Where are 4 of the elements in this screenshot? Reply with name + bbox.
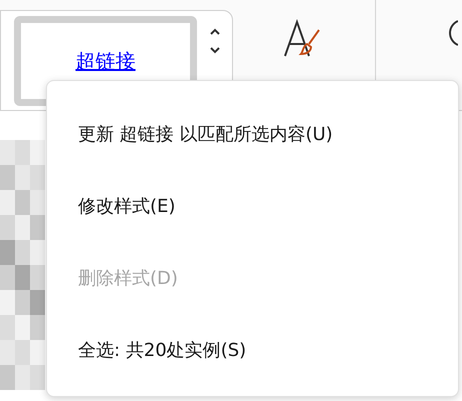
menu-item[interactable]: 修改样式(E) — [47, 170, 458, 242]
scroll-up-icon[interactable] — [209, 28, 221, 36]
scroll-down-icon[interactable] — [209, 46, 221, 54]
menu-item[interactable]: 全选: 共20处实例(S) — [47, 314, 458, 386]
